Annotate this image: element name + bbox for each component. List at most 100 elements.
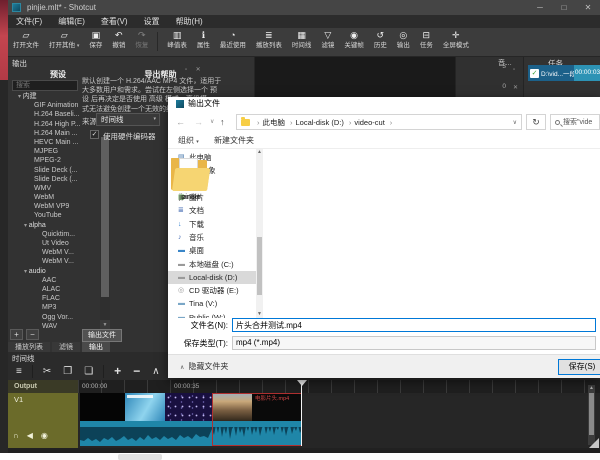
export-file-button[interactable]: 输出文件 — [82, 329, 122, 342]
menu-item[interactable]: 设置 — [136, 15, 168, 28]
output-track-header[interactable]: Output — [8, 380, 78, 393]
preset-list-item[interactable]: WebM V... — [12, 248, 98, 257]
close-button[interactable]: ✕ — [576, 0, 600, 15]
preset-list-item[interactable]: WebM — [12, 193, 98, 202]
dock-close-icon[interactable]: ✕ — [513, 85, 518, 91]
toolbar-button[interactable]: ▱ 打开文件 — [8, 28, 44, 56]
sidebar-place-item[interactable]: ◎ CD 驱动器 (E:) — [168, 284, 256, 297]
savetype-dropdown[interactable]: mp4 (*.mp4) — [232, 336, 596, 350]
sidebar-scrollbar[interactable]: ▲ ▼ — [256, 149, 263, 318]
scroll-down-icon[interactable]: ▼ — [256, 311, 263, 318]
back-icon[interactable]: ← — [176, 111, 185, 133]
toolbar-button[interactable]: ◉ 关键帧 — [339, 28, 369, 56]
toolbar-button[interactable]: ▱ 打开其他 ▾ — [44, 28, 84, 56]
forward-icon[interactable]: → — [194, 111, 203, 133]
toolbar-button[interactable]: ≣ 播放列表 — [251, 28, 287, 56]
maximize-button[interactable]: □ — [552, 0, 576, 15]
video-clip[interactable] — [125, 393, 165, 421]
timeline-toolbar-button[interactable]: ❏ — [78, 363, 99, 380]
breadcrumb-segment[interactable]: video-cut — [351, 118, 392, 127]
save-button[interactable]: 保存(S) — [558, 359, 600, 375]
breadcrumb-segment[interactable]: 此电脑 — [260, 117, 293, 128]
scrollbar-thumb[interactable] — [257, 237, 262, 295]
preset-list-item[interactable]: H.264 Main ... — [12, 129, 98, 138]
new-folder-button[interactable]: 新建文件夹 — [214, 133, 254, 149]
toolbar-button[interactable]: ◔ 最近使用 — [215, 28, 251, 56]
preset-search-input[interactable] — [12, 80, 78, 91]
chevron-down-icon[interactable]: ∨ — [513, 115, 517, 130]
preset-list-item[interactable]: WebM VP9 — [12, 202, 98, 211]
video-clip[interactable] — [165, 393, 212, 421]
preset-list-item[interactable]: MJPEG — [12, 147, 98, 156]
scroll-up-icon[interactable]: ▲ — [256, 149, 263, 156]
toolbar-button[interactable]: ▥ 峰值表 — [162, 28, 192, 56]
toolbar-button[interactable]: ↷ 恢复 — [130, 28, 153, 56]
timeline-toolbar-button[interactable]: ∧ — [146, 363, 165, 380]
up-icon[interactable]: ↑ — [220, 111, 225, 133]
scrollbar-thumb[interactable] — [101, 137, 109, 297]
timeline-toolbar-button[interactable]: ❐ — [57, 363, 78, 380]
hardware-encoder-checkbox[interactable]: ✓ — [90, 130, 99, 139]
preset-list-item[interactable]: FLAC — [12, 294, 98, 303]
preset-list-item[interactable]: MP3 — [12, 303, 98, 312]
menu-item[interactable]: 编辑(E) — [50, 15, 93, 28]
sidebar-place-item[interactable]: ▬ 桌面 — [168, 244, 256, 257]
preset-list-scrollbar[interactable]: ▼ — [100, 135, 110, 330]
menu-item[interactable]: 帮助(H) — [168, 15, 211, 28]
preset-list-item[interactable]: WMV — [12, 184, 98, 193]
preset-list-item[interactable]: Slide Deck (... — [12, 166, 98, 175]
breadcrumb-segment[interactable]: Local-disk (D:) — [293, 118, 352, 127]
search-input[interactable]: 搜索"vide — [550, 114, 600, 130]
job-list-item[interactable]: ✓ D:\vid...一段.mp4 00:00:03 — [528, 65, 600, 81]
menu-item[interactable]: 文件(F) — [8, 15, 50, 28]
dock-float-icon[interactable]: ▫ — [513, 67, 515, 73]
preset-list-item[interactable]: YouTube — [12, 211, 98, 220]
mute-track-icon[interactable]: ◀ — [27, 431, 33, 440]
toolbar-button[interactable]: ⊟ 任务 — [415, 28, 438, 56]
video-clip[interactable] — [80, 393, 125, 421]
timeline-toolbar-button[interactable]: + — [108, 363, 127, 380]
filename-input[interactable] — [232, 318, 596, 332]
sidebar-place-item[interactable]: ▬ 本地磁盘 (C:) — [168, 257, 256, 270]
preset-list-item[interactable]: AAC — [12, 276, 98, 285]
sidebar-place-item[interactable]: ▬ Tina (V:) — [168, 297, 256, 310]
menu-item[interactable]: 查看(V) — [93, 15, 136, 28]
preset-list-item[interactable]: Quicktim... — [12, 230, 98, 239]
sidebar-place-item[interactable]: ↓ 下载 — [168, 217, 256, 230]
preset-list-item[interactable]: alpha — [12, 221, 98, 230]
address-bar[interactable]: 此电脑Local-disk (D:)video-cut ∨ — [236, 114, 522, 130]
toolbar-button[interactable]: ✛ 全屏模式 — [438, 28, 474, 56]
sidebar-place-item[interactable]: ≣ 文档 — [168, 204, 256, 217]
playhead-handle[interactable] — [297, 380, 307, 386]
hide-folders-button[interactable]: ∧隐藏文件夹 — [180, 355, 228, 378]
scrollbar-thumb[interactable] — [589, 393, 594, 435]
timeline-toolbar-button[interactable]: ≡ — [10, 363, 28, 380]
preset-list-item[interactable]: HEVC Main ... — [12, 138, 98, 147]
playhead[interactable] — [301, 380, 302, 446]
timeline-ruler[interactable]: 00:00:00 00:00:35 — [78, 380, 600, 393]
remove-preset-button[interactable]: − — [26, 329, 39, 340]
track-v1-header[interactable]: V1 ∩ ◀ ◉ — [8, 393, 78, 448]
sidebar-place-item[interactable]: ▬ Public (W:) — [168, 311, 256, 318]
scroll-up-icon[interactable]: ▲ — [588, 385, 595, 392]
timeline-toolbar-button[interactable] — [103, 365, 104, 378]
toolbar-button[interactable]: ◎ 输出 — [392, 28, 415, 56]
timeline-scrollbar[interactable]: ▲ — [588, 385, 595, 445]
hide-track-icon[interactable]: ◉ — [41, 431, 48, 440]
preset-list-item[interactable]: MPEG-2 — [12, 156, 98, 165]
source-dropdown[interactable]: 时间线 ▾ — [96, 113, 160, 126]
lock-track-icon[interactable]: ∩ — [13, 431, 19, 440]
toolbar-button[interactable] — [157, 32, 158, 51]
add-preset-button[interactable]: + — [10, 329, 23, 340]
minimize-button[interactable]: ─ — [528, 0, 552, 15]
sidebar-place-item[interactable]: ▬ Local-disk (D:) — [168, 271, 256, 284]
preset-list-item[interactable]: Ogg Vor... — [12, 313, 98, 322]
refresh-icon[interactable]: ↻ — [526, 114, 546, 130]
toolbar-button[interactable]: ↶ 撤销 — [107, 28, 130, 56]
history-caret-icon[interactable]: ∨ — [210, 111, 214, 133]
toolbar-button[interactable]: ▽ 滤镜 — [316, 28, 339, 56]
timeline-toolbar-button[interactable]: − — [127, 363, 146, 380]
preset-list-item[interactable]: audio — [12, 267, 98, 276]
toolbar-button[interactable]: ▦ 时间线 — [287, 28, 317, 56]
preset-list-item[interactable]: ALAC — [12, 285, 98, 294]
